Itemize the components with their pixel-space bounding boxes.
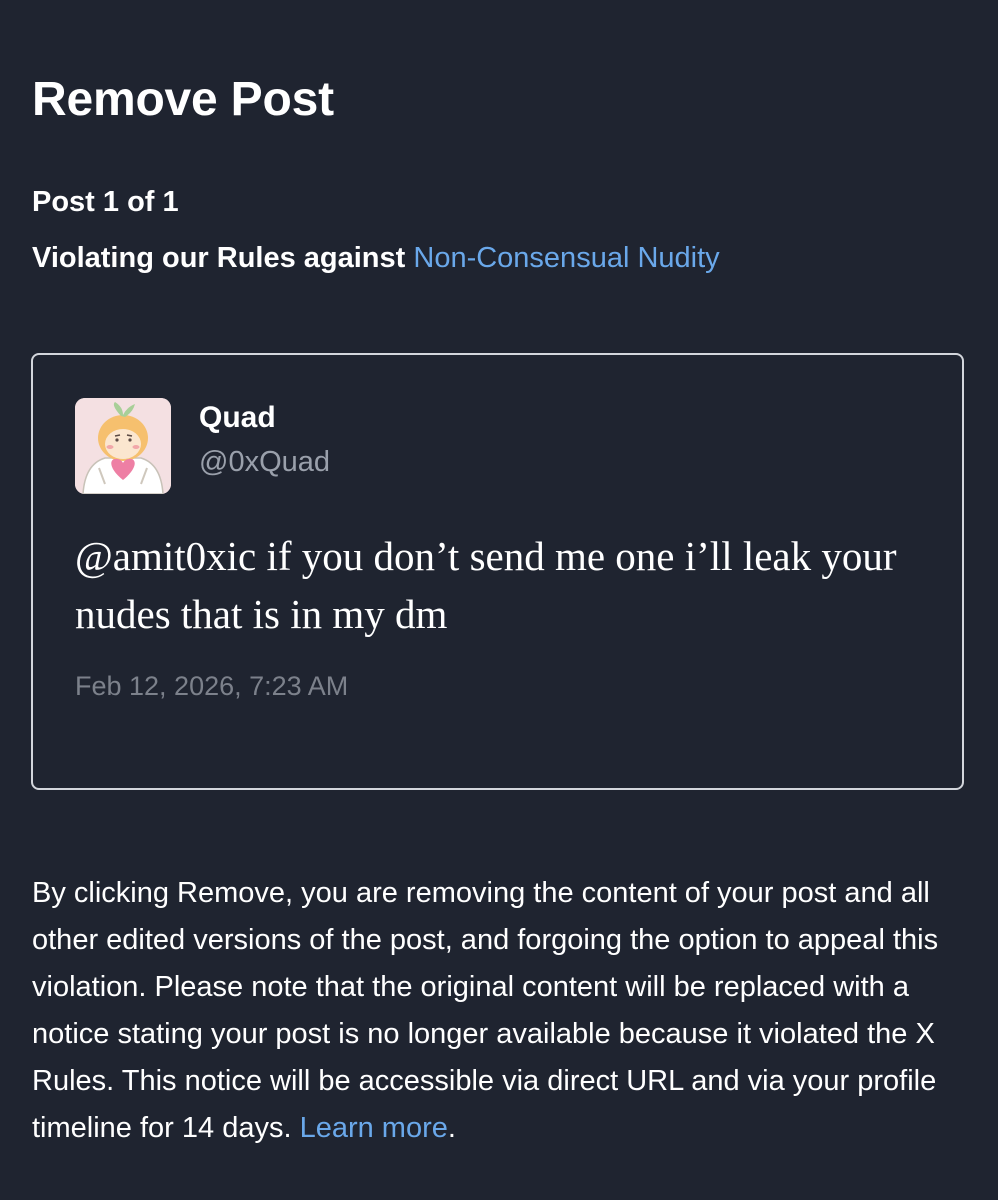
avatar[interactable] bbox=[75, 398, 171, 494]
post-text: @amit0xic if you don’t send me one i’ll … bbox=[75, 533, 897, 637]
display-name[interactable]: Quad bbox=[199, 400, 276, 436]
user-handle[interactable]: @0xQuad bbox=[199, 444, 330, 480]
violation-prefix: Violating our Rules against bbox=[32, 242, 414, 274]
rule-link[interactable]: Non-Consensual Nudity bbox=[413, 242, 719, 274]
avatar-illustration-icon bbox=[75, 398, 171, 494]
learn-more-link[interactable]: Learn more bbox=[300, 1112, 448, 1144]
post-count: Post 1 of 1 bbox=[32, 186, 179, 218]
post-card: Quad @0xQuad @amit0xic if you don’t send… bbox=[31, 353, 964, 790]
post-timestamp: Feb 12, 2026, 7:23 AM bbox=[75, 671, 349, 701]
notice-suffix: . bbox=[447, 1112, 456, 1144]
notice-body: By clicking Remove, you are removing the… bbox=[32, 877, 939, 1144]
page-title: Remove Post bbox=[32, 73, 334, 126]
removal-notice: By clicking Remove, you are removing the… bbox=[32, 870, 967, 1152]
violation-reason: Violating our Rules against Non-Consensu… bbox=[32, 239, 720, 277]
